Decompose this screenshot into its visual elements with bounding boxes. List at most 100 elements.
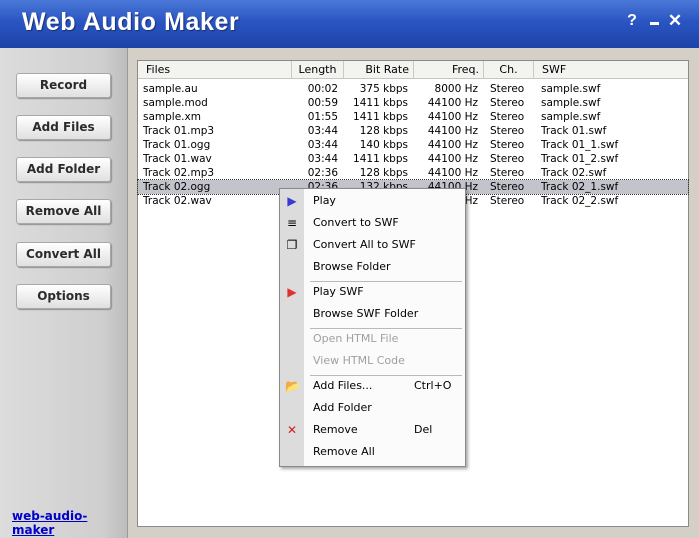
cell-file: Track 01.ogg bbox=[143, 139, 211, 151]
menu-item-browse-folder[interactable]: Browse Folder bbox=[280, 257, 465, 277]
cell-ch: Stereo bbox=[490, 167, 525, 179]
cell-ch: Stereo bbox=[490, 181, 525, 193]
menu-item-add-folder[interactable]: Add Folder bbox=[280, 398, 465, 418]
menu-label: Remove bbox=[313, 423, 358, 436]
menu-item-browse-swf-folder[interactable]: Browse SWF Folder bbox=[280, 304, 465, 324]
cell-file: sample.au bbox=[143, 83, 198, 95]
table-row[interactable]: sample.xm 01:55 1411 kbps 44100 Hz Stereo sam… bbox=[138, 110, 688, 124]
title-bar: Web Audio Maker ? ✕ bbox=[0, 0, 699, 48]
convert-icon: ≡ bbox=[286, 216, 298, 230]
cell-length: 00:59 bbox=[307, 97, 338, 109]
cell-length: 03:44 bbox=[307, 139, 338, 151]
cell-file: sample.xm bbox=[143, 111, 201, 123]
menu-label: Remove All bbox=[313, 445, 375, 458]
column-ch[interactable]: Ch. bbox=[484, 61, 534, 79]
help-button[interactable]: ? bbox=[624, 11, 640, 31]
cell-length: 03:44 bbox=[307, 153, 338, 165]
convert-all-button[interactable]: Convert All bbox=[16, 242, 111, 267]
cell-freq: 44100 Hz bbox=[427, 139, 478, 151]
cell-bitrate: 128 kbps bbox=[359, 125, 408, 137]
convert-all-icon: ❐ bbox=[286, 238, 298, 252]
menu-item-convert-to-swf[interactable]: ≡ Convert to SWF bbox=[280, 213, 465, 233]
column-length[interactable]: Length bbox=[292, 61, 344, 79]
menu-item-play-swf[interactable]: ▶ Play SWF bbox=[280, 282, 465, 302]
cell-ch: Stereo bbox=[490, 97, 525, 109]
list-header: Files Length Bit Rate Freq. Ch. SWF bbox=[138, 61, 688, 79]
column-swf[interactable]: SWF bbox=[534, 61, 688, 79]
options-button[interactable]: Options bbox=[16, 284, 111, 309]
cell-ch: Stereo bbox=[490, 139, 525, 151]
add-folder-button[interactable]: Add Folder bbox=[16, 157, 111, 182]
table-row[interactable]: sample.au 00:02 375 kbps 8000 Hz Stereo sampl… bbox=[138, 82, 688, 96]
menu-item-play[interactable]: ▶ Play bbox=[280, 191, 465, 211]
table-row[interactable]: Track 01.ogg 03:44 140 kbps 44100 Hz Stereo T… bbox=[138, 138, 688, 152]
cell-length: 01:55 bbox=[307, 111, 338, 123]
cell-swf: Track 02_1.swf bbox=[541, 181, 619, 193]
menu-item-add-files[interactable]: 📂 Add Files... Ctrl+O bbox=[280, 376, 465, 396]
remove-all-button[interactable]: Remove All bbox=[16, 199, 111, 224]
web-audio-maker-link[interactable]: web-audio-maker bbox=[12, 509, 127, 537]
menu-label: Add Folder bbox=[313, 401, 372, 414]
cell-bitrate: 1411 kbps bbox=[353, 153, 408, 165]
menu-shortcut: Ctrl+O bbox=[414, 379, 452, 392]
menu-label: View HTML Code bbox=[313, 354, 405, 367]
context-menu: ▶ Play ≡ Convert to SWF ❐ Convert All to… bbox=[279, 188, 466, 467]
column-freq[interactable]: Freq. bbox=[414, 61, 484, 79]
cell-file: sample.mod bbox=[143, 97, 208, 109]
cell-ch: Stereo bbox=[490, 111, 525, 123]
cell-freq: 44100 Hz bbox=[427, 153, 478, 165]
menu-label: Browse SWF Folder bbox=[313, 307, 419, 320]
table-row[interactable]: Track 01.wav 03:44 1411 kbps 44100 Hz Stereo… bbox=[138, 152, 688, 166]
menu-item-open-html-file[interactable]: Open HTML File bbox=[280, 329, 465, 349]
column-bitrate[interactable]: Bit Rate bbox=[344, 61, 414, 79]
record-button[interactable]: Record bbox=[16, 73, 111, 98]
menu-item-view-html-code[interactable]: View HTML Code bbox=[280, 351, 465, 371]
menu-label: Add Files... bbox=[313, 379, 373, 392]
cell-freq: 44100 Hz bbox=[427, 125, 478, 137]
add-files-button[interactable]: Add Files bbox=[16, 115, 111, 140]
cell-swf: Track 01_1.swf bbox=[541, 139, 619, 151]
remove-icon: ✕ bbox=[286, 423, 298, 437]
menu-label: Browse Folder bbox=[313, 260, 391, 273]
cell-freq: 8000 Hz bbox=[434, 83, 478, 95]
cell-file: Track 02.ogg bbox=[143, 181, 211, 193]
table-row[interactable]: sample.mod 00:59 1411 kbps 44100 Hz Stereo sa… bbox=[138, 96, 688, 110]
column-files[interactable]: Files bbox=[142, 61, 292, 79]
cell-ch: Stereo bbox=[490, 195, 525, 207]
cell-file: Track 01.mp3 bbox=[143, 125, 215, 137]
cell-ch: Stereo bbox=[490, 125, 525, 137]
play-icon: ▶ bbox=[287, 194, 297, 208]
cell-bitrate: 1411 kbps bbox=[353, 111, 408, 123]
menu-label: Convert All to SWF bbox=[313, 238, 416, 251]
cell-swf: Track 02_2.swf bbox=[541, 195, 619, 207]
cell-freq: 44100 Hz bbox=[427, 111, 478, 123]
cell-length: 02:36 bbox=[307, 167, 338, 179]
sidebar: Record Add Files Add Folder Remove All C… bbox=[0, 48, 128, 538]
cell-bitrate: 140 kbps bbox=[359, 139, 408, 151]
play-swf-icon: ▶ bbox=[287, 285, 297, 299]
menu-label: Convert to SWF bbox=[313, 216, 399, 229]
table-row[interactable]: Track 01.mp3 03:44 128 kbps 44100 Hz Stereo T… bbox=[138, 124, 688, 138]
minimize-icon bbox=[649, 22, 659, 25]
cell-swf: Track 01.swf bbox=[541, 125, 607, 137]
cell-file: Track 01.wav bbox=[143, 153, 212, 165]
menu-item-convert-all-to-swf[interactable]: ❐ Convert All to SWF bbox=[280, 235, 465, 255]
menu-label: Play SWF bbox=[313, 285, 364, 298]
open-folder-icon: 📂 bbox=[285, 379, 300, 393]
cell-swf: Track 01_2.swf bbox=[541, 153, 619, 165]
cell-ch: Stereo bbox=[490, 153, 525, 165]
cell-swf: sample.swf bbox=[541, 111, 601, 123]
minimize-button[interactable] bbox=[646, 11, 662, 31]
cell-length: 03:44 bbox=[307, 125, 338, 137]
menu-item-remove-all[interactable]: Remove All bbox=[280, 442, 465, 462]
cell-swf: Track 02.swf bbox=[541, 167, 607, 179]
menu-item-remove[interactable]: ✕ Remove Del bbox=[280, 420, 465, 440]
cell-ch: Stereo bbox=[490, 83, 525, 95]
cell-file: Track 02.mp3 bbox=[143, 167, 215, 179]
cell-bitrate: 375 kbps bbox=[359, 83, 408, 95]
menu-shortcut: Del bbox=[414, 423, 433, 436]
table-row[interactable]: Track 02.mp3 02:36 128 kbps 44100 Hz Stereo T… bbox=[138, 166, 688, 180]
cell-file: Track 02.wav bbox=[143, 195, 212, 207]
menu-label: Play bbox=[313, 194, 336, 207]
close-button[interactable]: ✕ bbox=[667, 11, 683, 31]
